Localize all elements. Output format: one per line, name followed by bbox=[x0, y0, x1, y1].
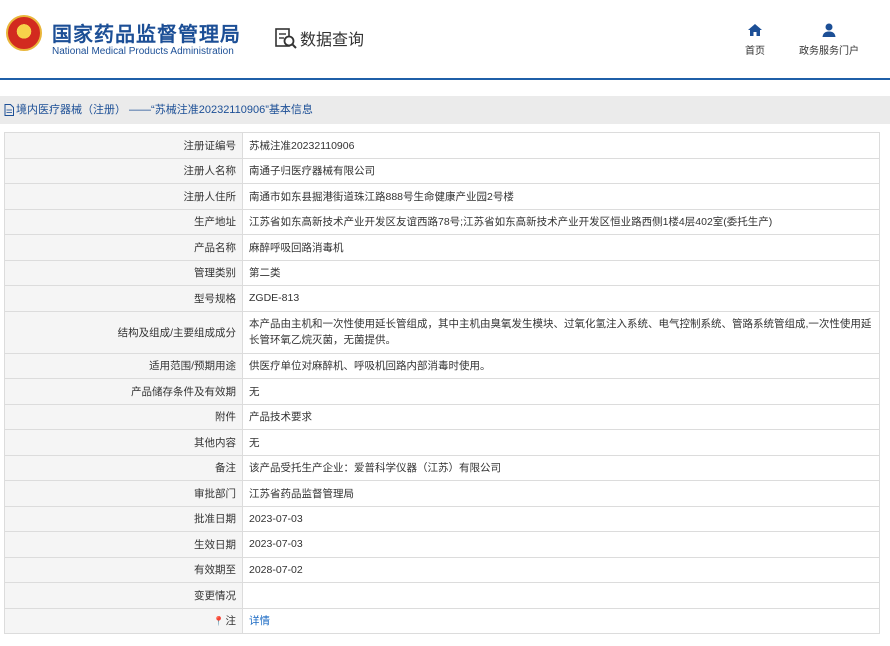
table-row: 产品名称 麻醉呼吸回路消毒机 bbox=[4, 234, 880, 261]
row-key: 管理类别 bbox=[4, 259, 243, 286]
table-row: 审批部门 江苏省药品监督管理局 bbox=[4, 480, 880, 507]
row-key: 生效日期 bbox=[4, 531, 243, 558]
breadcrumb-text: 境内医疗器械（注册） ——“苏械注准20232110906”基本信息 bbox=[16, 104, 313, 116]
row-key: 附件 bbox=[4, 403, 243, 430]
table-row: 管理类别 第二类 bbox=[4, 259, 880, 286]
table-row: 适用范围/预期用途 供医疗单位对麻醉机、呼吸机回路内部消毒时使用。 bbox=[4, 352, 880, 379]
org-name-en: National Medical Products Administration bbox=[52, 46, 234, 57]
document-search-icon bbox=[275, 28, 297, 49]
nav-service-label: 政务服务门户 bbox=[799, 46, 859, 57]
table-row: 结构及组成/主要组成成分 本产品由主机和一次性使用延长管组成，其中主机由臭氧发生… bbox=[4, 310, 880, 354]
data-query-label: 数据查询 bbox=[300, 30, 365, 49]
location-pin-icon: 📍 bbox=[213, 616, 225, 627]
row-key: 适用范围/预期用途 bbox=[4, 352, 243, 379]
row-value: 苏械注准20232110906 bbox=[242, 132, 880, 159]
row-key: 注册人名称 bbox=[4, 157, 243, 184]
row-key: 注册证编号 bbox=[4, 132, 243, 159]
org-name-cn: 国家药品监督管理局 bbox=[52, 22, 241, 46]
document-icon bbox=[4, 104, 14, 116]
row-value: 详情 bbox=[242, 607, 880, 634]
row-key: 产品储存条件及有效期 bbox=[4, 378, 243, 405]
row-value: 南通子归医疗器械有限公司 bbox=[242, 157, 880, 184]
row-key: 型号规格 bbox=[4, 285, 243, 312]
table-row: 产品储存条件及有效期 无 bbox=[4, 378, 880, 405]
row-key: 生产地址 bbox=[4, 208, 243, 235]
row-key: 备注 bbox=[4, 454, 243, 481]
row-value: 江苏省如东高新技术产业开发区友谊西路78号;江苏省如东高新技术产业开发区恒业路西… bbox=[242, 208, 880, 235]
row-key: 变更情况 bbox=[4, 582, 243, 609]
table-row: 注册人住所 南通市如东县掘港街道珠江路888号生命健康产业园2号楼 bbox=[4, 183, 880, 210]
user-icon bbox=[822, 23, 836, 37]
row-key: 有效期至 bbox=[4, 556, 243, 583]
breadcrumb: 境内医疗器械（注册） ——“苏械注准20232110906”基本信息 bbox=[0, 96, 890, 124]
row-key: 批准日期 bbox=[4, 505, 243, 532]
row-value: 无 bbox=[242, 378, 880, 405]
registration-info-table: 注册证编号 苏械注准20232110906 注册人名称 南通子归医疗器械有限公司… bbox=[4, 132, 880, 634]
row-key: 其他内容 bbox=[4, 429, 243, 456]
table-row: 型号规格 ZGDE-813 bbox=[4, 285, 880, 312]
row-value: 麻醉呼吸回路消毒机 bbox=[242, 234, 880, 261]
row-value bbox=[242, 582, 880, 609]
table-row: 📍注 详情 bbox=[4, 607, 880, 634]
note-key-cell: 📍注 bbox=[4, 607, 243, 634]
row-value: 2023-07-03 bbox=[242, 505, 880, 532]
table-row: 附件 产品技术要求 bbox=[4, 403, 880, 430]
nav-home[interactable]: 首页 bbox=[737, 22, 773, 57]
row-value: 2028-07-02 bbox=[242, 556, 880, 583]
data-query-title: 数据查询 bbox=[274, 26, 364, 50]
table-row: 生效日期 2023-07-03 bbox=[4, 531, 880, 558]
table-row: 变更情况 bbox=[4, 582, 880, 609]
row-key: 注 bbox=[225, 615, 237, 628]
row-value: 2023-07-03 bbox=[242, 531, 880, 558]
national-emblem-icon bbox=[6, 15, 42, 51]
row-key: 注册人住所 bbox=[4, 183, 243, 210]
table-row: 备注 该产品受托生产企业：爱普科学仪器（江苏）有限公司 bbox=[4, 454, 880, 481]
row-key: 审批部门 bbox=[4, 480, 243, 507]
table-row: 其他内容 无 bbox=[4, 429, 880, 456]
row-value: 产品技术要求 bbox=[242, 403, 880, 430]
row-value: 无 bbox=[242, 429, 880, 456]
home-icon bbox=[748, 24, 762, 36]
row-value: 本产品由主机和一次性使用延长管组成，其中主机由臭氧发生模块、过氧化氢注入系统、电… bbox=[242, 310, 880, 354]
row-value: 供医疗单位对麻醉机、呼吸机回路内部消毒时使用。 bbox=[242, 352, 880, 379]
row-value: 江苏省药品监督管理局 bbox=[242, 480, 880, 507]
site-header: 国家药品监督管理局 National Medical Products Admi… bbox=[0, 0, 890, 80]
table-row: 有效期至 2028-07-02 bbox=[4, 556, 880, 583]
row-key: 产品名称 bbox=[4, 234, 243, 261]
nav-service-portal[interactable]: 政务服务门户 bbox=[792, 22, 866, 57]
row-value: 第二类 bbox=[242, 259, 880, 286]
table-row: 注册证编号 苏械注准20232110906 bbox=[4, 132, 880, 159]
table-row: 批准日期 2023-07-03 bbox=[4, 505, 880, 532]
table-row: 注册人名称 南通子归医疗器械有限公司 bbox=[4, 157, 880, 184]
row-value: 该产品受托生产企业：爱普科学仪器（江苏）有限公司 bbox=[242, 454, 880, 481]
row-value: 南通市如东县掘港街道珠江路888号生命健康产业园2号楼 bbox=[242, 183, 880, 210]
row-value: ZGDE-813 bbox=[242, 285, 880, 312]
nav-home-label: 首页 bbox=[745, 46, 765, 57]
row-key: 结构及组成/主要组成成分 bbox=[4, 310, 243, 354]
table-row: 生产地址 江苏省如东高新技术产业开发区友谊西路78号;江苏省如东高新技术产业开发… bbox=[4, 208, 880, 235]
details-link[interactable]: 详情 bbox=[249, 615, 270, 627]
